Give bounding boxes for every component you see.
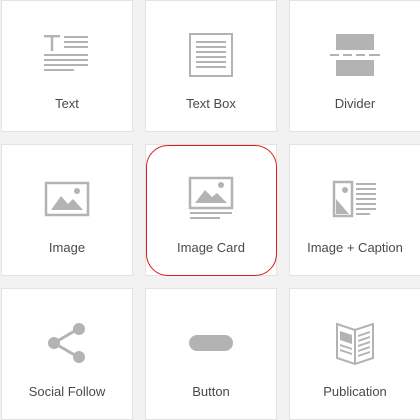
block-image-caption[interactable]: Image + Caption [289,144,420,276]
block-publication[interactable]: Publication [289,288,420,420]
content-blocks-grid: Text Text Box Divider Image Image Card I… [0,0,420,420]
block-image-card[interactable]: Image Card [145,144,277,276]
text-box-icon [146,29,276,81]
block-social-follow[interactable]: Social Follow [1,288,133,420]
block-text[interactable]: Text [1,0,133,132]
block-button[interactable]: Button [145,288,277,420]
block-text-box[interactable]: Text Box [145,0,277,132]
block-image[interactable]: Image [1,144,133,276]
block-label: Divider [334,96,376,111]
publication-icon [290,317,420,369]
block-label: Image [48,240,86,255]
block-divider[interactable]: Divider [289,0,420,132]
block-label: Text [55,96,79,111]
image-card-icon [146,173,276,225]
block-label: Image + Caption [307,240,403,255]
block-label: Social Follow [28,384,106,399]
image-icon [2,173,132,225]
text-icon [2,29,132,81]
block-label: Button [192,384,230,399]
block-label: Image Card [177,240,245,255]
block-label: Publication [323,384,387,399]
image-caption-icon [290,173,420,225]
divider-icon [290,29,420,81]
share-icon [2,317,132,369]
block-label: Text Box [186,96,236,111]
button-icon [146,317,276,369]
